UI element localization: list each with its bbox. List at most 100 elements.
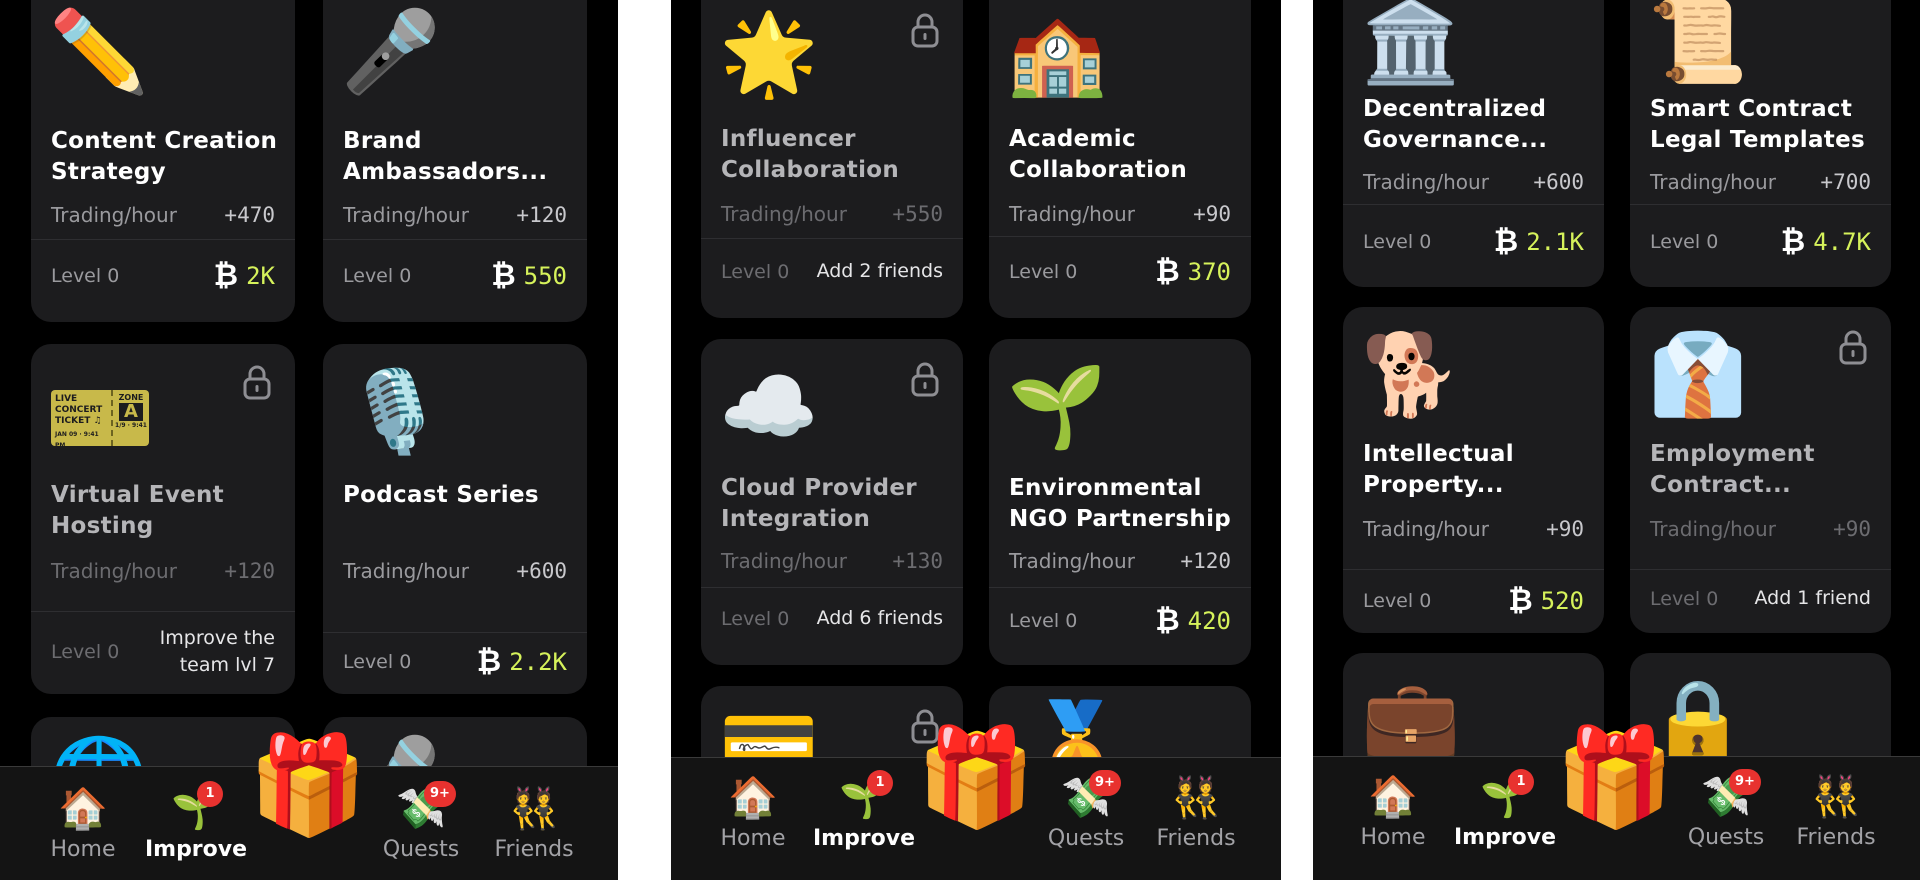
nav-home[interactable]: 🏠 Home <box>698 774 808 851</box>
ticket-text: LIVE <box>55 394 78 404</box>
upgrade-card[interactable]: ✏️ Content Creation Strategy Trading/hou… <box>31 0 295 322</box>
trading-label: Trading/hour <box>1363 170 1489 194</box>
nav-friends[interactable]: 👯 Friends <box>479 785 589 862</box>
trading-value: +550 <box>892 202 943 226</box>
nav-improve[interactable]: 🌱 1 Improve <box>1450 769 1560 850</box>
card-footer: Level 0 ₿ 520 <box>1363 583 1584 618</box>
trading-value: +120 <box>1180 549 1231 573</box>
seedling-icon: 🌱 <box>1007 360 1107 453</box>
card-footer: Level 0 ₿ 550 <box>343 258 567 293</box>
upgrade-card[interactable]: 🌱 Environmental NGO Partnership Trading/… <box>989 339 1251 665</box>
nav-improve[interactable]: 🌱 1 Improve <box>809 770 919 851</box>
nav-quests[interactable]: 💸 9+ Quests <box>1031 770 1141 851</box>
card-footer: Level 0 Add 6 friends <box>721 605 943 632</box>
upgrade-card[interactable]: 🎙️ Podcast Series Trading/hour +600 Leve… <box>323 344 587 694</box>
divider <box>323 239 587 240</box>
price-value: 4.7K <box>1813 227 1871 256</box>
upgrade-card[interactable]: 🏛️ Decentralized Governance... Trading/h… <box>1343 0 1604 287</box>
trading-row: Trading/hour +120 <box>343 203 567 227</box>
nav-quests[interactable]: 💸 9+ Quests <box>1671 769 1781 850</box>
dog-icon: 🐕 <box>1361 328 1461 421</box>
unlock-requirement: Add 6 friends <box>816 607 943 629</box>
coin-icon: ₿ <box>491 258 516 293</box>
trading-label: Trading/hour <box>51 203 177 227</box>
price-value: 2K <box>246 261 275 290</box>
card-title: Decentralized Governance... <box>1363 96 1548 153</box>
level-label: Level 0 <box>343 650 412 673</box>
notification-badge: 9+ <box>1089 770 1121 796</box>
upgrade-card-locked[interactable]: LIVE CONCERT TICKET ♫ JAN 09 · 9:41 PM Z… <box>31 344 295 694</box>
notification-badge: 1 <box>197 781 223 807</box>
notification-badge: 1 <box>867 770 893 796</box>
unlock-requirement: Add 1 friend <box>1754 587 1871 609</box>
level-label: Level 0 <box>343 264 412 287</box>
upgrade-card-locked[interactable]: 👔 Employment Contract... Trading/hour +9… <box>1630 307 1891 633</box>
card-footer: Level 0 ₿ 4.7K <box>1650 224 1871 259</box>
divider <box>1630 569 1891 570</box>
gift-button[interactable]: 🎁 <box>1555 722 1675 832</box>
nav-quests-label: Quests <box>1687 825 1765 850</box>
microphone-icon: 🎤 <box>341 5 441 98</box>
card-footer: Level 0 Improve the team lvl 7 <box>51 625 275 679</box>
price-value: 2.1K <box>1526 227 1584 256</box>
upgrade-card[interactable]: 🐕 Intellectual Property... Trading/hour … <box>1343 307 1604 633</box>
seedling-icon: 🌱 <box>1480 774 1530 820</box>
gift-button[interactable]: 🎁 <box>248 730 368 840</box>
nav-home[interactable]: 🏠 Home <box>1338 773 1448 850</box>
ticket-seat: 1/9 · 9:41 <box>115 422 147 429</box>
level-label: Level 0 <box>1363 589 1432 612</box>
upgrade-card-locked[interactable]: 🌟 Influencer Collaboration Trading/hour … <box>701 0 963 318</box>
ticket-text: TICKET ♫ <box>55 416 102 426</box>
house-icon: 🏠 <box>728 775 778 821</box>
trading-value: +120 <box>516 203 567 227</box>
house-icon: 🏠 <box>1368 774 1418 820</box>
friends-icon: 👯 <box>1811 774 1861 820</box>
nav-friends-label: Friends <box>1796 825 1876 850</box>
trading-row: Trading/hour +470 <box>51 203 275 227</box>
trading-value: +130 <box>892 549 943 573</box>
level-label: Level 0 <box>1650 230 1719 253</box>
app-screen-3: 🏛️ Decentralized Governance... Trading/h… <box>1313 0 1920 880</box>
trading-row: Trading/hour +90 <box>1363 517 1584 541</box>
nav-quests[interactable]: 💸 9+ Quests <box>366 781 476 862</box>
trading-row: Trading/hour +550 <box>721 202 943 226</box>
nav-home[interactable]: 🏠 Home <box>28 785 138 862</box>
coin-icon: ₿ <box>1508 583 1533 618</box>
trading-label: Trading/hour <box>1363 517 1489 541</box>
gift-icon: 🎁 <box>916 721 1036 833</box>
ticket-zone-letter: A <box>119 403 143 421</box>
unlock-requirement: Add 2 friends <box>816 260 943 282</box>
upgrade-card[interactable]: 🏫 Academic Collaboration Trading/hour +9… <box>989 0 1251 318</box>
level-label: Level 0 <box>1363 230 1432 253</box>
divider <box>1343 569 1604 570</box>
trading-label: Trading/hour <box>1650 517 1776 541</box>
notification-badge: 1 <box>1508 769 1534 795</box>
card-footer: Level 0 ₿ 370 <box>1009 254 1231 289</box>
upgrade-card[interactable]: 🎤 Brand Ambassadors... Trading/hour +120… <box>323 0 587 322</box>
trading-value: +90 <box>1193 202 1231 226</box>
trading-label: Trading/hour <box>343 559 469 583</box>
studio-microphone-icon: 🎙️ <box>345 365 445 458</box>
level-label: Level 0 <box>721 607 790 630</box>
price: ₿ 550 <box>491 258 567 293</box>
nav-improve[interactable]: 🌱 1 Improve <box>141 781 251 862</box>
coin-icon: ₿ <box>476 644 502 679</box>
price: ₿ 4.7K <box>1781 224 1871 259</box>
price: ₿ 2K <box>214 258 275 293</box>
card-title: Academic Collaboration <box>1009 126 1188 183</box>
ticket-date: JAN 09 · 9:41 PM <box>55 431 99 446</box>
card-title: Virtual Event Hosting <box>51 482 224 539</box>
upgrade-card[interactable]: 📜 Smart Contract Legal Templates Trading… <box>1630 0 1891 287</box>
card-title: Podcast Series <box>343 482 539 508</box>
lock-icon <box>1837 329 1869 365</box>
gift-button[interactable]: 🎁 <box>916 721 1036 833</box>
nav-friends[interactable]: 👯 Friends <box>1781 773 1891 850</box>
upgrade-card-locked[interactable]: ☁️ Cloud Provider Integration Trading/ho… <box>701 339 963 665</box>
card-footer: Level 0 Add 2 friends <box>721 258 943 285</box>
card-title: Content Creation Strategy <box>51 128 278 185</box>
price-value: 420 <box>1187 606 1231 635</box>
card-footer: Level 0 ₿ 2.2K <box>343 644 567 679</box>
nav-friends[interactable]: 👯 Friends <box>1141 774 1251 851</box>
trading-row: Trading/hour +700 <box>1650 170 1871 194</box>
price: ₿ 520 <box>1508 583 1584 618</box>
